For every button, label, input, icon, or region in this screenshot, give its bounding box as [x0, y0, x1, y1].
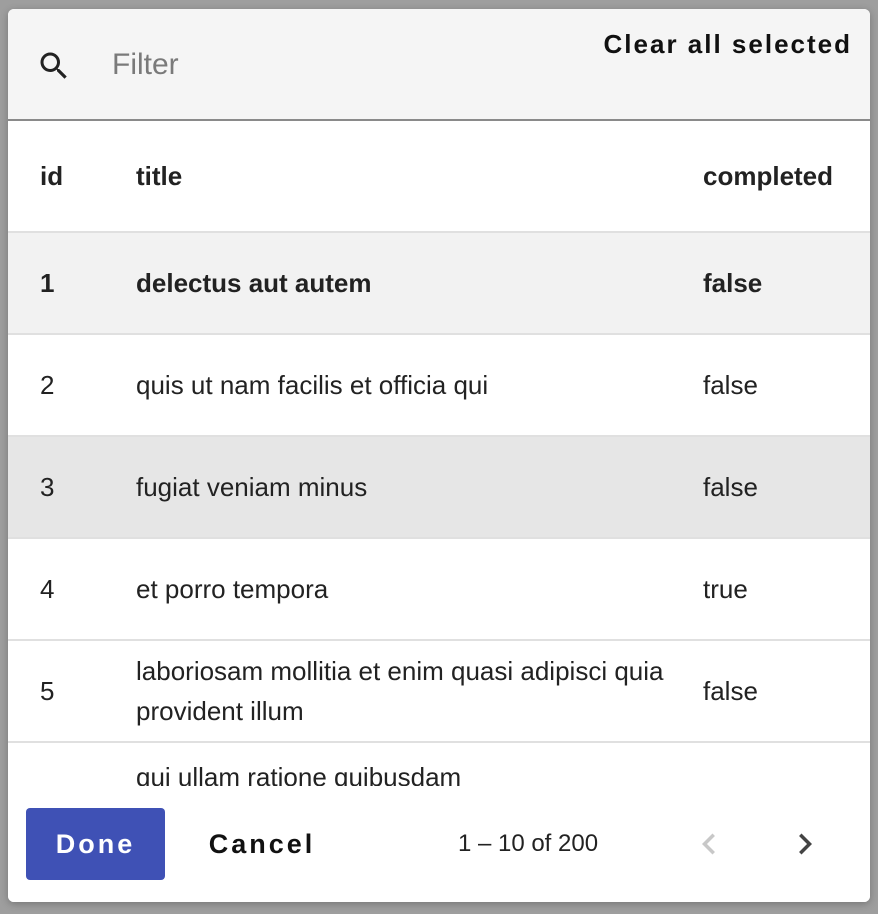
cell-title: delectus aut autem [136, 232, 703, 335]
cell-id: 3 [8, 436, 136, 539]
table-row[interactable]: 2 quis ut nam facilis et officia qui fal… [8, 334, 870, 437]
chevron-left-icon [702, 833, 715, 855]
cell-completed: false [703, 334, 870, 437]
cell-completed: false [703, 232, 870, 335]
cell-id [8, 742, 136, 786]
clear-all-selected-button[interactable]: Clear all selected [604, 29, 852, 60]
cell-completed: false [703, 640, 870, 743]
cell-title: quis ut nam facilis et officia qui [136, 334, 703, 437]
filter-input[interactable] [108, 43, 536, 87]
search-icon [40, 52, 67, 79]
cell-id: 2 [8, 334, 136, 437]
table-row[interactable]: 5 laboriosam mollitia et enim quasi adip… [8, 640, 870, 743]
cell-id: 1 [8, 232, 136, 335]
cell-title: et porro tempora [136, 538, 703, 641]
cell-title: qui ullam ratione quibusdam [136, 742, 703, 786]
filter-header: Clear all selected [8, 9, 870, 121]
cancel-button[interactable]: Cancel [198, 808, 326, 880]
cell-title: fugiat veniam minus [136, 436, 703, 539]
dialog-footer: Done Cancel 1 – 10 of 200 [8, 786, 870, 902]
column-header-completed[interactable]: completed [703, 121, 870, 233]
table-row[interactable]: 4 et porro tempora true [8, 538, 870, 641]
chevron-right-icon [799, 833, 812, 855]
column-header-id[interactable]: id [8, 121, 136, 233]
pagination-range-label: 1 – 10 of 200 [457, 830, 599, 857]
table-row[interactable]: 3 fugiat veniam minus false [8, 436, 870, 539]
cell-completed: true [703, 538, 870, 641]
cell-completed [703, 742, 870, 786]
cell-completed: false [703, 436, 870, 539]
table-header-row: id title completed [8, 121, 870, 233]
cell-title: laboriosam mollitia et enim quasi adipis… [136, 640, 703, 743]
next-page-button[interactable] [784, 823, 826, 865]
todo-table-container[interactable]: id title completed 1 delectus aut autem … [8, 121, 870, 786]
table-row[interactable]: 1 delectus aut autem false [8, 232, 870, 335]
todo-picker-dialog: Clear all selected id title completed 1 … [8, 9, 870, 902]
column-header-title[interactable]: title [136, 121, 703, 233]
table-row[interactable]: qui ullam ratione quibusdam [8, 742, 870, 786]
previous-page-button[interactable] [688, 823, 730, 865]
done-button[interactable]: Done [26, 808, 165, 880]
cell-id: 4 [8, 538, 136, 641]
todo-table: id title completed 1 delectus aut autem … [8, 121, 870, 786]
cell-id: 5 [8, 640, 136, 743]
